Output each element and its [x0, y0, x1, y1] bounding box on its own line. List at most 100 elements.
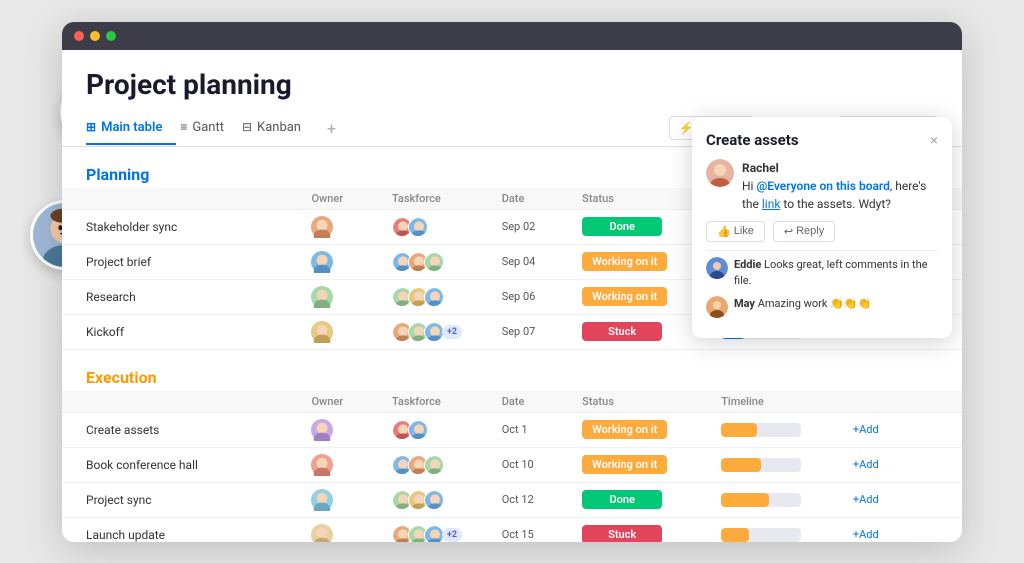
timeline-cell: [713, 517, 845, 542]
reply-eddie: Eddie Looks great, left comments in the …: [706, 257, 938, 290]
task-name-cell[interactable]: Stakeholder sync: [62, 209, 303, 244]
title-bar: [62, 22, 962, 50]
body-area: Planning Owner Taskforce Date Status: [62, 147, 962, 542]
date-cell: Oct 12: [494, 482, 574, 517]
owner-cell: [303, 517, 383, 542]
like-button[interactable]: 👍 Like: [706, 221, 765, 242]
comment-author-avatar: [706, 159, 734, 187]
table-row: Book conference hall Oct 10 Working on it +…: [62, 447, 962, 482]
status-cell[interactable]: Stuck: [574, 517, 713, 542]
timeline-cell: [713, 482, 845, 517]
col-header-task: [62, 188, 303, 210]
task-name-cell[interactable]: Research: [62, 279, 303, 314]
col-header-date: Date: [494, 188, 574, 210]
gantt-icon: ≡: [180, 120, 187, 134]
status-cell[interactable]: Working on it: [574, 412, 713, 447]
reply-name-eddie: Eddie: [734, 258, 761, 271]
owner-cell: [303, 314, 383, 349]
taskforce-cell: [384, 209, 494, 244]
reply-button[interactable]: ↩ Reply: [773, 221, 835, 242]
status-badge: Working on it: [582, 420, 667, 439]
status-badge: Working on it: [582, 455, 667, 474]
owner-cell: [303, 482, 383, 517]
taskforce-cell: +2: [384, 314, 494, 349]
reply-icon: ↩: [784, 225, 793, 238]
owner-cell: [303, 244, 383, 279]
taskforce-cell: [384, 279, 494, 314]
task-name-cell[interactable]: Create assets: [62, 412, 303, 447]
owner-cell: [303, 447, 383, 482]
popup-header: Create assets ×: [706, 147, 938, 149]
date-cell: Sep 02: [494, 209, 574, 244]
table-row: Create assetsOct 1Working on it+Add: [62, 412, 962, 447]
dep-cell[interactable]: +Add: [845, 517, 962, 542]
owner-cell: [303, 279, 383, 314]
main-comment: Rachel Hi @Everyone on this board, here'…: [706, 159, 938, 213]
reply-may: May Amazing work 👏👏👏: [706, 296, 938, 318]
minimize-dot[interactable]: [90, 31, 100, 41]
tab-kanban[interactable]: ⊟ Kanban: [242, 112, 315, 145]
task-name-cell[interactable]: Book conference hall: [62, 447, 303, 482]
execution-section-title: Execution: [62, 360, 962, 391]
comment-body-text: Rachel Hi @Everyone on this board, here'…: [742, 159, 938, 213]
tab-main-table[interactable]: ⊞ Main table: [86, 112, 176, 145]
dep-cell[interactable]: +Add: [845, 447, 962, 482]
task-name-cell[interactable]: Project brief: [62, 244, 303, 279]
comment-popup: Create assets × Rachel Hi @Everyone on t…: [692, 147, 952, 338]
taskforce-cell: +2: [384, 517, 494, 542]
table-icon: ⊞: [86, 120, 96, 134]
page-title: Project planning: [86, 68, 938, 101]
status-badge: Done: [582, 490, 662, 509]
main-content: Project planning ··· ⊞ Main table ≡ Gant…: [62, 50, 962, 542]
date-cell: Sep 04: [494, 244, 574, 279]
kanban-icon: ⊟: [242, 120, 252, 134]
col-header-taskforce-ex: Taskforce: [384, 391, 494, 413]
taskforce-cell: [384, 447, 494, 482]
reply-avatar-may: [706, 296, 728, 318]
col-header-status-ex: Status: [574, 391, 713, 413]
col-header-owner-ex: Owner: [303, 391, 383, 413]
tab-gantt[interactable]: ≡ Gantt: [180, 112, 238, 145]
assets-link[interactable]: link: [762, 197, 781, 211]
owner-cell: [303, 412, 383, 447]
status-badge: Working on it: [582, 287, 667, 306]
col-header-dep-ex: [845, 391, 962, 413]
task-name-cell[interactable]: Launch update: [62, 517, 303, 542]
date-cell: Sep 06: [494, 279, 574, 314]
comment-actions: 👍 Like ↩ Reply: [706, 221, 938, 242]
status-badge: Done: [582, 217, 662, 236]
status-badge: Working on it: [582, 252, 667, 271]
task-name-cell[interactable]: Project sync: [62, 482, 303, 517]
date-cell: Oct 15: [494, 517, 574, 542]
close-dot[interactable]: [74, 31, 84, 41]
table-row: Project sync Oct 12 Done +Add: [62, 482, 962, 517]
maximize-dot[interactable]: [106, 31, 116, 41]
taskforce-cell: [384, 482, 494, 517]
date-cell: Sep 07: [494, 314, 574, 349]
reply-name-may: May: [734, 297, 755, 310]
reply-text-eddie: Eddie Looks great, left comments in the …: [734, 257, 938, 290]
status-cell[interactable]: Working on it: [574, 447, 713, 482]
tab-add-button[interactable]: +: [319, 111, 344, 146]
tab-gantt-label: Gantt: [192, 120, 224, 135]
status-cell[interactable]: Done: [574, 482, 713, 517]
popup-close-button[interactable]: ×: [930, 147, 938, 148]
reply-avatar-eddie: [706, 257, 728, 279]
col-header-date-ex: Date: [494, 391, 574, 413]
dep-cell[interactable]: +Add: [845, 412, 962, 447]
dep-cell[interactable]: +Add: [845, 482, 962, 517]
timeline-cell: [713, 412, 845, 447]
date-cell: Oct 10: [494, 447, 574, 482]
col-header-owner: Owner: [303, 188, 383, 210]
main-window: Project planning ··· ⊞ Main table ≡ Gant…: [62, 22, 962, 542]
taskforce-plus-badge: +2: [442, 325, 462, 339]
comment-author-name: Rachel: [742, 161, 779, 175]
execution-table: Owner Taskforce Date Status Timeline Cre…: [62, 391, 962, 542]
status-badge: Stuck: [582, 322, 662, 341]
col-header-timeline-ex: Timeline: [713, 391, 845, 413]
taskforce-plus-badge: +2: [442, 528, 462, 542]
timeline-cell: [713, 447, 845, 482]
tab-main-table-label: Main table: [101, 120, 162, 135]
taskforce-cell: [384, 412, 494, 447]
task-name-cell[interactable]: Kickoff: [62, 314, 303, 349]
